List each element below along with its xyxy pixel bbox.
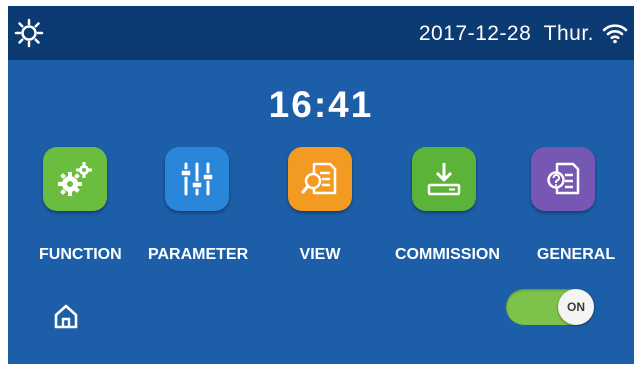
top-bar: 2017-12-28 Thur. bbox=[8, 6, 634, 60]
download-icon bbox=[427, 163, 461, 196]
weekday-text: Thur. bbox=[543, 22, 594, 45]
main-screen: 2017-12-28 Thur. 16:41 FUNCTION PARAMETE… bbox=[8, 6, 634, 364]
view-label: VIEW bbox=[299, 246, 341, 263]
on-off-toggle[interactable]: ON bbox=[506, 289, 594, 325]
view-button[interactable] bbox=[288, 147, 352, 211]
sliders-icon bbox=[180, 162, 214, 196]
function-label: FUNCTION bbox=[39, 246, 122, 263]
parameter-button[interactable] bbox=[165, 147, 229, 211]
document-search-icon bbox=[301, 162, 337, 195]
commission-label: COMMISSION bbox=[395, 246, 500, 263]
wifi-icon bbox=[602, 24, 628, 44]
home-icon[interactable] bbox=[52, 302, 80, 330]
function-button[interactable] bbox=[43, 147, 107, 211]
parameter-label: PARAMETER bbox=[148, 246, 249, 263]
question-document-icon bbox=[547, 162, 580, 195]
gears-icon bbox=[58, 162, 92, 196]
clock-time: 16:41 bbox=[268, 84, 374, 125]
toggle-label: ON bbox=[567, 300, 585, 314]
date-text: 2017-12-28 bbox=[418, 22, 532, 45]
toggle-knob: ON bbox=[558, 289, 594, 325]
general-button[interactable] bbox=[531, 147, 595, 211]
date-display: 2017-12-28 Thur. bbox=[419, 22, 594, 46]
general-label: GENERAL bbox=[536, 246, 616, 263]
sun-icon[interactable] bbox=[14, 18, 44, 48]
commission-button[interactable] bbox=[412, 147, 476, 211]
